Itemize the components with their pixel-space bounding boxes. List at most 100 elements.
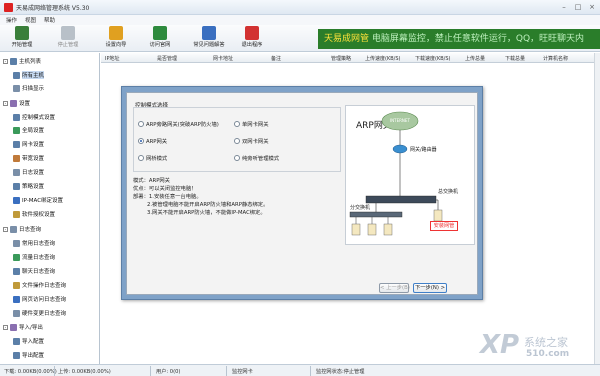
tree-item-import[interactable]: 导入配置 bbox=[13, 336, 44, 346]
tree-item-traffic-log[interactable]: 流量日志查询 bbox=[13, 252, 55, 262]
tree-item-log-settings[interactable]: 日志设置 bbox=[13, 167, 44, 177]
ad-banner[interactable]: 天易成网管 电脑屏幕监控，禁止任意软件运行，QQ，旺旺聊天内 bbox=[318, 29, 600, 49]
tree-item-license[interactable]: 软件授权设置 bbox=[13, 209, 55, 219]
status-divider bbox=[310, 366, 311, 376]
tree-item-nic[interactable]: 网卡设置 bbox=[13, 139, 44, 149]
radio-arp-bypass[interactable]: ARP旁路网关(突破ARP防火墙) bbox=[138, 120, 219, 128]
import-export-icon bbox=[10, 323, 17, 331]
minimize-icon[interactable]: – bbox=[560, 2, 568, 12]
title-bar: 天易成网络管理系统 V5.30 – □ × bbox=[0, 0, 600, 15]
tree-item-scan[interactable]: 扫描显示 bbox=[13, 83, 44, 93]
wand-icon bbox=[109, 26, 123, 40]
tree-item-label: 网卡设置 bbox=[22, 142, 45, 148]
tree-item-web-log[interactable]: 网页访问日志查询 bbox=[13, 294, 66, 304]
tree-item-file-log[interactable]: 文件操作日志查询 bbox=[13, 280, 66, 290]
tree-item-label: 控制模式设置 bbox=[22, 115, 56, 121]
nic-icon bbox=[13, 140, 20, 148]
collapse-icon[interactable]: - bbox=[3, 324, 8, 330]
col-upload-total[interactable]: 上传总量 bbox=[465, 55, 485, 62]
scan-icon bbox=[13, 84, 20, 92]
radio-circle[interactable] bbox=[138, 138, 144, 144]
back-button[interactable]: < 上一步(B) bbox=[379, 283, 410, 293]
file-icon bbox=[13, 281, 20, 289]
tree-item-host-list[interactable]: - 主机列表 bbox=[3, 56, 41, 66]
tree-item-control-mode[interactable]: 控制模式设置 bbox=[13, 112, 55, 122]
next-button[interactable]: 下一步(N) > bbox=[413, 283, 447, 293]
radio-bridge[interactable]: 网桥模式 bbox=[138, 154, 167, 162]
mode-description: 模式：ARP网关 优点：可以关闭监控电脑！ 部署：1.安装任意一台电脑。 2.被… bbox=[133, 176, 341, 246]
col-computer-name[interactable]: 计算机名称 bbox=[543, 55, 568, 62]
col-managed[interactable]: 是否管理 bbox=[157, 55, 177, 62]
tree-item-all-hosts[interactable]: 所有主机 bbox=[13, 70, 45, 80]
status-bar: 下载: 0.00KB(0.00%) 上传: 0.00KB(0.00%) 用户: … bbox=[0, 364, 600, 376]
radio-circle[interactable] bbox=[138, 121, 144, 127]
col-upload-speed[interactable]: 上传速度(KB/S) bbox=[365, 55, 400, 62]
tree-item-label: 主机列表 bbox=[19, 59, 42, 65]
tree-item-hardware-log[interactable]: 硬件变更日志查询 bbox=[13, 308, 66, 318]
col-download-speed[interactable]: 下载速度(KB/S) bbox=[415, 55, 450, 62]
radio-circle[interactable] bbox=[234, 121, 240, 127]
watermark-logo: XP bbox=[480, 330, 520, 360]
collapse-icon[interactable]: - bbox=[3, 226, 8, 232]
tree-item-label: 全局设置 bbox=[22, 128, 45, 134]
tree-item-bandwidth[interactable]: 带宽设置 bbox=[13, 153, 44, 163]
tree-item-label: 日志设置 bbox=[22, 170, 45, 176]
tree-item-ip-mac[interactable]: IP-MAC绑定设置 bbox=[13, 195, 63, 205]
setup-wizard-label: 设置向导 bbox=[105, 42, 127, 48]
tree-item-label: 硬件变更日志查询 bbox=[22, 311, 67, 317]
radio-arp-gateway[interactable]: ARP网关 bbox=[138, 137, 167, 145]
col-download-total[interactable]: 下载总量 bbox=[505, 55, 525, 62]
tree-item-label: 策略设置 bbox=[22, 184, 45, 190]
start-manage-button[interactable]: 开始管理 bbox=[2, 26, 42, 50]
visit-site-button[interactable]: 访问官网 bbox=[140, 26, 180, 50]
tree-item-import-export[interactable]: - 导入/导出 bbox=[3, 322, 43, 332]
setup-wizard-button[interactable]: 设置向导 bbox=[96, 26, 136, 50]
status-monitor-state: 监控网状态:停止管理 bbox=[316, 369, 365, 375]
tree-item-label: IP-MAC绑定设置 bbox=[22, 198, 64, 204]
exit-button[interactable]: 退出程序 bbox=[232, 26, 272, 50]
status-divider bbox=[150, 366, 151, 376]
collapse-icon[interactable]: - bbox=[3, 58, 8, 64]
tree-item-export[interactable]: 导出配置 bbox=[13, 350, 44, 360]
desc-line: 优点：可以关闭监控电脑！ bbox=[133, 186, 197, 192]
col-mac[interactable]: 网卡地址 bbox=[213, 55, 233, 62]
tree-item-settings[interactable]: - 设置 bbox=[3, 98, 30, 108]
hardware-icon bbox=[13, 309, 20, 317]
vertical-scrollbar[interactable] bbox=[594, 53, 600, 364]
radio-circle[interactable] bbox=[234, 155, 240, 161]
pc-icon bbox=[351, 223, 361, 236]
tree-item-common-log[interactable]: 常用日志查询 bbox=[13, 238, 55, 248]
tree-item-log-query[interactable]: - 日志查询 bbox=[3, 224, 41, 234]
radio-single-nic[interactable]: 单网卡网关 bbox=[234, 120, 269, 128]
faq-button[interactable]: 常见问题解答 bbox=[184, 26, 234, 50]
tree-item-chat-log[interactable]: 聊天日志查询 bbox=[13, 266, 55, 276]
import-icon bbox=[13, 337, 20, 345]
maximize-icon[interactable]: □ bbox=[574, 2, 582, 12]
radio-circle[interactable] bbox=[234, 138, 240, 144]
tree-item-policy[interactable]: 策略设置 bbox=[13, 181, 44, 191]
tree-item-label: 聊天日志查询 bbox=[22, 269, 56, 275]
radio-dual-nic[interactable]: 双网卡网关 bbox=[234, 137, 269, 145]
web-icon bbox=[13, 295, 20, 303]
close-icon[interactable]: × bbox=[588, 2, 596, 12]
admin-pc-icon bbox=[433, 209, 443, 222]
col-policy[interactable]: 管理策略 bbox=[331, 55, 351, 62]
collapse-icon[interactable]: - bbox=[3, 100, 8, 106]
radio-circle[interactable] bbox=[138, 155, 144, 161]
col-ip[interactable]: IP地址 bbox=[105, 55, 120, 62]
tree-item-global[interactable]: 全局设置 bbox=[13, 125, 44, 135]
stop-manage-button[interactable]: 停止管理 bbox=[48, 26, 88, 50]
col-note[interactable]: 备注 bbox=[271, 55, 281, 62]
menu-help[interactable]: 帮助 bbox=[44, 16, 55, 24]
menu-operate[interactable]: 操作 bbox=[6, 16, 17, 24]
radio-listen-only[interactable]: 纯旁听管理模式 bbox=[234, 154, 279, 162]
desc-line: 2.被管理电脑不能开启ARP防火墙和ARP静态绑定。 bbox=[147, 202, 269, 208]
status-download: 下载: 0.00KB(0.00%) bbox=[4, 369, 57, 375]
menu-view[interactable]: 视图 bbox=[25, 16, 36, 24]
mode-icon bbox=[13, 113, 20, 121]
bind-icon bbox=[13, 196, 20, 204]
tree-item-label: 日志查询 bbox=[19, 227, 42, 233]
faq-label: 常见问题解答 bbox=[193, 42, 225, 48]
tree-item-label: 带宽设置 bbox=[22, 156, 45, 162]
watermark-text: 系统之家 bbox=[524, 336, 568, 349]
